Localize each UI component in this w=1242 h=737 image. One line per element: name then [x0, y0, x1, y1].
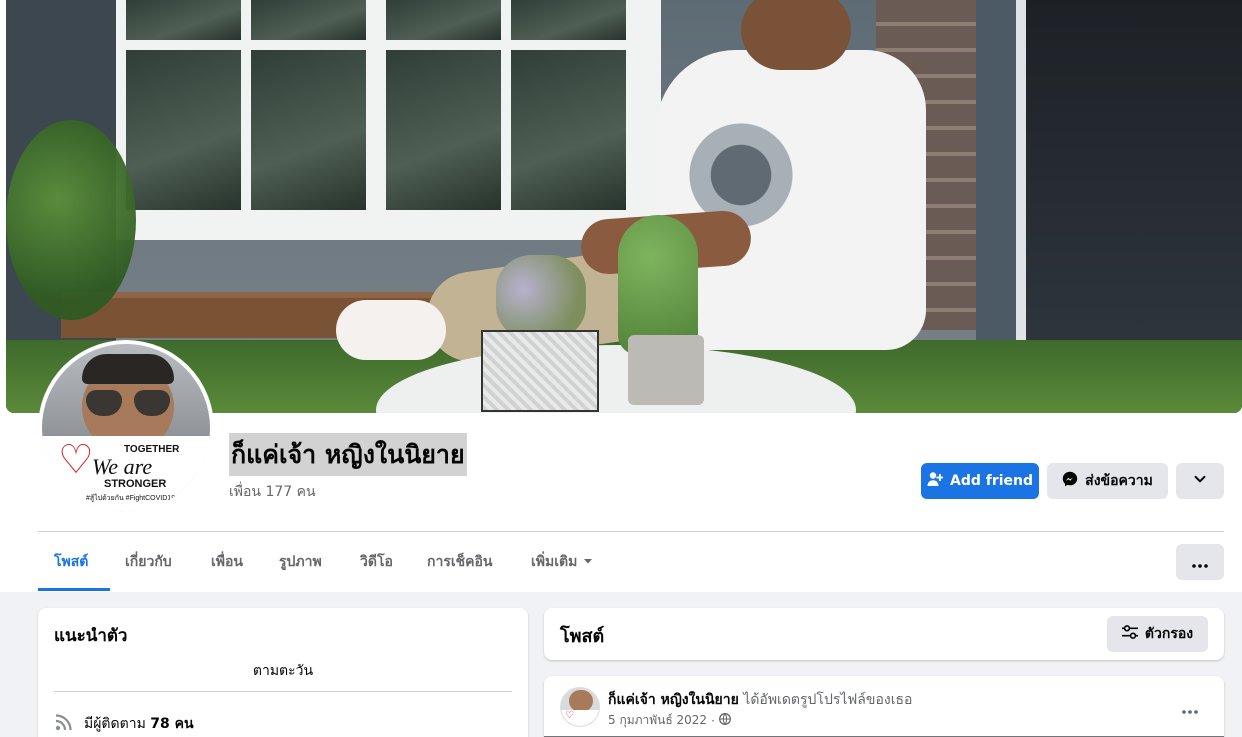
post-meta: 5 กุมภาพันธ์ 2022 · — [608, 711, 731, 730]
posts-header-card: โพสต์ ตัวกรอง — [544, 608, 1224, 660]
post-author-name[interactable]: ก็แค่เจ้า หญิงในนิยาย — [608, 692, 739, 708]
posts-title: โพสต์ — [560, 626, 605, 647]
followers-text: มีผู้ติดตาม 78 คน — [84, 713, 194, 735]
profile-name: ก็แค่เจ้า หญิงในนิยาย — [229, 433, 467, 476]
post-action-text: ได้อัพเดตรูปโปรไฟล์ของเธอ — [743, 692, 913, 708]
sliders-icon — [1121, 625, 1138, 643]
add-friend-button[interactable]: Add friend — [921, 463, 1039, 499]
post-options-button[interactable] — [1172, 690, 1208, 726]
post-card: ♡ ก็แค่เจ้า หญิงในนิยาย ได้อัพเดตรูปโปรไ… — [544, 676, 1224, 737]
avatar-badge-line4: #สู้ไปด้วยกัน #FightCOVID19 — [86, 495, 176, 502]
intro-bio: ตามตะวัน — [252, 663, 314, 679]
intro-card: แนะนำตัว ตามตะวัน มีผู้ติดตาม 78 คน — [38, 608, 528, 737]
filter-label: ตัวกรอง — [1144, 626, 1194, 642]
avatar-badge-line2: We are — [92, 454, 153, 479]
add-friend-label: Add friend — [949, 473, 1034, 489]
post-author-avatar[interactable]: ♡ — [560, 687, 600, 727]
messenger-icon — [1062, 471, 1078, 491]
header-divider — [38, 531, 1224, 532]
tab-more[interactable]: เพิ่มเติม — [531, 548, 593, 576]
tab-about[interactable]: เกี่ยวกับ — [125, 548, 172, 576]
tab-check-ins[interactable]: การเช็คอิน — [427, 548, 493, 576]
rss-icon — [54, 712, 74, 736]
heart-icon: ♡ — [58, 437, 94, 483]
tab-photos[interactable]: รูปภาพ — [279, 548, 322, 576]
tab-friends[interactable]: เพื่อน — [211, 548, 243, 576]
globe-icon — [718, 713, 731, 728]
followers-count[interactable]: 78 คน — [150, 716, 193, 732]
filter-button[interactable]: ตัวกรอง — [1107, 616, 1208, 652]
person-plus-icon — [927, 471, 944, 491]
avatar-image: ♡ TOGETHER We are STRONGER #สู้ไปด้วยกัน… — [42, 344, 210, 512]
caret-down-icon — [583, 548, 593, 576]
followers-prefix: มีผู้ติดตาม — [84, 716, 151, 732]
post-meta-separator: · — [711, 713, 715, 728]
message-button[interactable]: ส่งข้อความ — [1047, 463, 1168, 499]
intro-title: แนะนำตัว — [54, 626, 128, 646]
post-header-line: ก็แค่เจ้า หญิงในนิยาย ได้อัพเดตรูปโปรไฟล… — [608, 689, 912, 711]
profile-header: ♡ TOGETHER We are STRONGER #สู้ไปด้วยกัน… — [0, 0, 1242, 592]
intro-divider — [54, 691, 512, 692]
more-options-button[interactable] — [1176, 544, 1224, 580]
profile-avatar[interactable]: ♡ TOGETHER We are STRONGER #สู้ไปด้วยกัน… — [38, 340, 214, 516]
friends-count-link[interactable]: เพื่อน 177 คน — [229, 481, 316, 503]
profile-actions-dropdown-button[interactable] — [1176, 463, 1224, 499]
chevron-down-icon — [1193, 472, 1207, 490]
ellipsis-icon — [1182, 699, 1198, 718]
post-date[interactable]: 5 กุมภาพันธ์ 2022 — [608, 711, 707, 730]
active-tab-indicator — [38, 588, 110, 591]
message-label: ส่งข้อความ — [1085, 473, 1153, 489]
ellipsis-icon — [1192, 553, 1208, 572]
followers-row: มีผู้ติดตาม 78 คน — [54, 712, 194, 736]
tab-more-label: เพิ่มเติม — [531, 554, 578, 570]
tab-posts[interactable]: โพสต์ — [54, 548, 88, 576]
tab-videos[interactable]: วิดีโอ — [360, 548, 393, 576]
avatar-badge-line3: STRONGER — [104, 478, 167, 490]
